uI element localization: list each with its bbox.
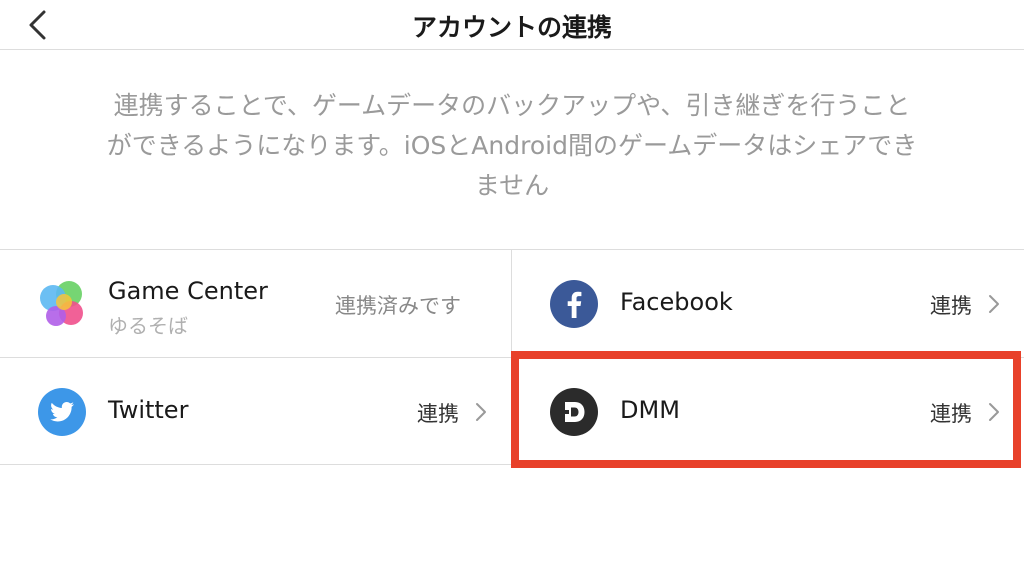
page-title: アカウントの連携 [411,13,612,42]
description-text: 連携することで、ゲームデータのバックアップや、引き継ぎを行うこと ができるように… [60,86,964,206]
chevron-right-icon [989,295,999,313]
chevron-right-icon [476,403,486,421]
twitter-icon [38,388,86,436]
description-line: 連携することで、ゲームデータのバックアップや、引き継ぎを行うこと [113,91,911,120]
link-button[interactable]: 連携 [930,398,972,428]
description-line: ません [474,171,550,200]
account-cell-dmm[interactable]: DMM 連携 [512,358,1024,465]
account-cell-twitter[interactable]: Twitter 連携 [0,358,511,465]
account-name: Facebook [620,288,733,316]
facebook-icon [550,280,598,328]
account-name: Game Center [108,277,268,305]
link-status: 連携済みです [335,294,461,318]
account-name: DMM [620,396,680,424]
description-line: ができるようになります。iOSとAndroid間のゲームデータはシェアでき [106,131,918,160]
account-cell-facebook[interactable]: Facebook 連携 [512,250,1024,357]
account-cell-game-center[interactable]: Game Center ゆるそば 連携済みです [0,250,511,357]
link-button[interactable]: 連携 [930,290,972,320]
dmm-icon [550,388,598,436]
account-username: ゆるそば [108,314,188,338]
game-center-icon [40,281,83,326]
account-name: Twitter [108,396,189,424]
chevron-right-icon [989,403,999,421]
link-button[interactable]: 連携 [417,398,459,428]
nav-bar: アカウントの連携 [0,0,1024,50]
